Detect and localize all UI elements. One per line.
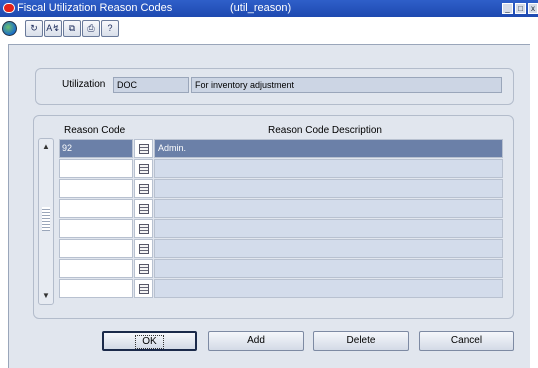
note-icon	[139, 184, 149, 194]
maximize-button[interactable]: □	[515, 3, 526, 14]
close-button[interactable]: x	[528, 3, 538, 14]
utilization-code-field[interactable]: DOC	[113, 77, 189, 93]
window-title: Fiscal Utilization Reason Codes	[17, 2, 173, 14]
reason-code-cell[interactable]	[59, 199, 133, 218]
reason-code-cell[interactable]: 92	[59, 139, 133, 158]
reason-description-header: Reason Code Description	[268, 125, 382, 136]
reason-code-cell[interactable]	[59, 219, 133, 238]
sync-icon[interactable]: ↻	[25, 20, 43, 37]
note-icon	[139, 224, 149, 234]
scroll-up-arrow-icon[interactable]: ▲	[40, 141, 52, 153]
title-bar: Fiscal Utilization Reason Codes (util_re…	[0, 0, 538, 17]
note-icon-button[interactable]	[134, 279, 153, 298]
delete-button[interactable]: Delete	[313, 331, 409, 351]
utilization-description-field: For inventory adjustment	[191, 77, 502, 93]
note-icon-button[interactable]	[134, 179, 153, 198]
reason-code-cell[interactable]	[59, 259, 133, 278]
minimize-button[interactable]: _	[502, 3, 513, 14]
note-icon-button[interactable]	[134, 159, 153, 178]
copy-icon[interactable]: ⧉	[63, 20, 81, 37]
globe-icon[interactable]	[2, 21, 17, 36]
reason-description-cell[interactable]	[154, 159, 503, 178]
window-code: (util_reason)	[230, 2, 292, 14]
note-icon-button[interactable]	[134, 259, 153, 278]
reason-description-cell[interactable]: Admin.	[154, 139, 503, 158]
table-row[interactable]	[59, 219, 503, 239]
oracle-logo-icon	[3, 3, 15, 13]
note-icon	[139, 244, 149, 254]
table-row[interactable]	[59, 239, 503, 259]
table-row[interactable]	[59, 259, 503, 279]
reason-description-cell[interactable]	[154, 279, 503, 298]
scroll-grip[interactable]	[42, 207, 50, 231]
ok-button[interactable]: OK	[102, 331, 197, 351]
reason-description-cell[interactable]	[154, 259, 503, 278]
note-icon	[139, 144, 149, 154]
note-icon	[139, 204, 149, 214]
add-button[interactable]: Add	[208, 331, 304, 351]
table-row[interactable]	[59, 179, 503, 199]
reason-code-cell[interactable]	[59, 179, 133, 198]
note-icon	[139, 164, 149, 174]
utilization-label: Utilization	[62, 79, 106, 90]
scroll-down-arrow-icon[interactable]: ▼	[40, 290, 52, 302]
note-icon	[139, 284, 149, 294]
reason-description-cell[interactable]	[154, 219, 503, 238]
ok-button-label: OK	[135, 335, 164, 349]
help-icon[interactable]: ?	[101, 20, 119, 37]
note-icon-button[interactable]	[134, 139, 153, 158]
cancel-button[interactable]: Cancel	[419, 331, 514, 351]
grid-scrollbar[interactable]: ▲ ▼	[38, 138, 54, 305]
note-icon-button[interactable]	[134, 199, 153, 218]
reason-description-cell[interactable]	[154, 239, 503, 258]
reason-description-cell[interactable]	[154, 199, 503, 218]
reason-code-cell[interactable]	[59, 279, 133, 298]
table-row[interactable]	[59, 279, 503, 299]
print-icon[interactable]: ⎙	[82, 20, 100, 37]
reason-code-cell[interactable]	[59, 159, 133, 178]
table-row[interactable]: 92 Admin.	[59, 139, 503, 159]
table-row[interactable]	[59, 159, 503, 179]
reason-code-header: Reason Code	[64, 125, 126, 136]
note-icon-button[interactable]	[134, 219, 153, 238]
table-row[interactable]	[59, 199, 503, 219]
toolbar: ↻ A↯ ⧉ ⎙ ?	[0, 17, 538, 45]
reason-description-cell[interactable]	[154, 179, 503, 198]
spell-check-icon[interactable]: A↯	[44, 20, 62, 37]
reason-code-cell[interactable]	[59, 239, 133, 258]
note-icon	[139, 264, 149, 274]
note-icon-button[interactable]	[134, 239, 153, 258]
